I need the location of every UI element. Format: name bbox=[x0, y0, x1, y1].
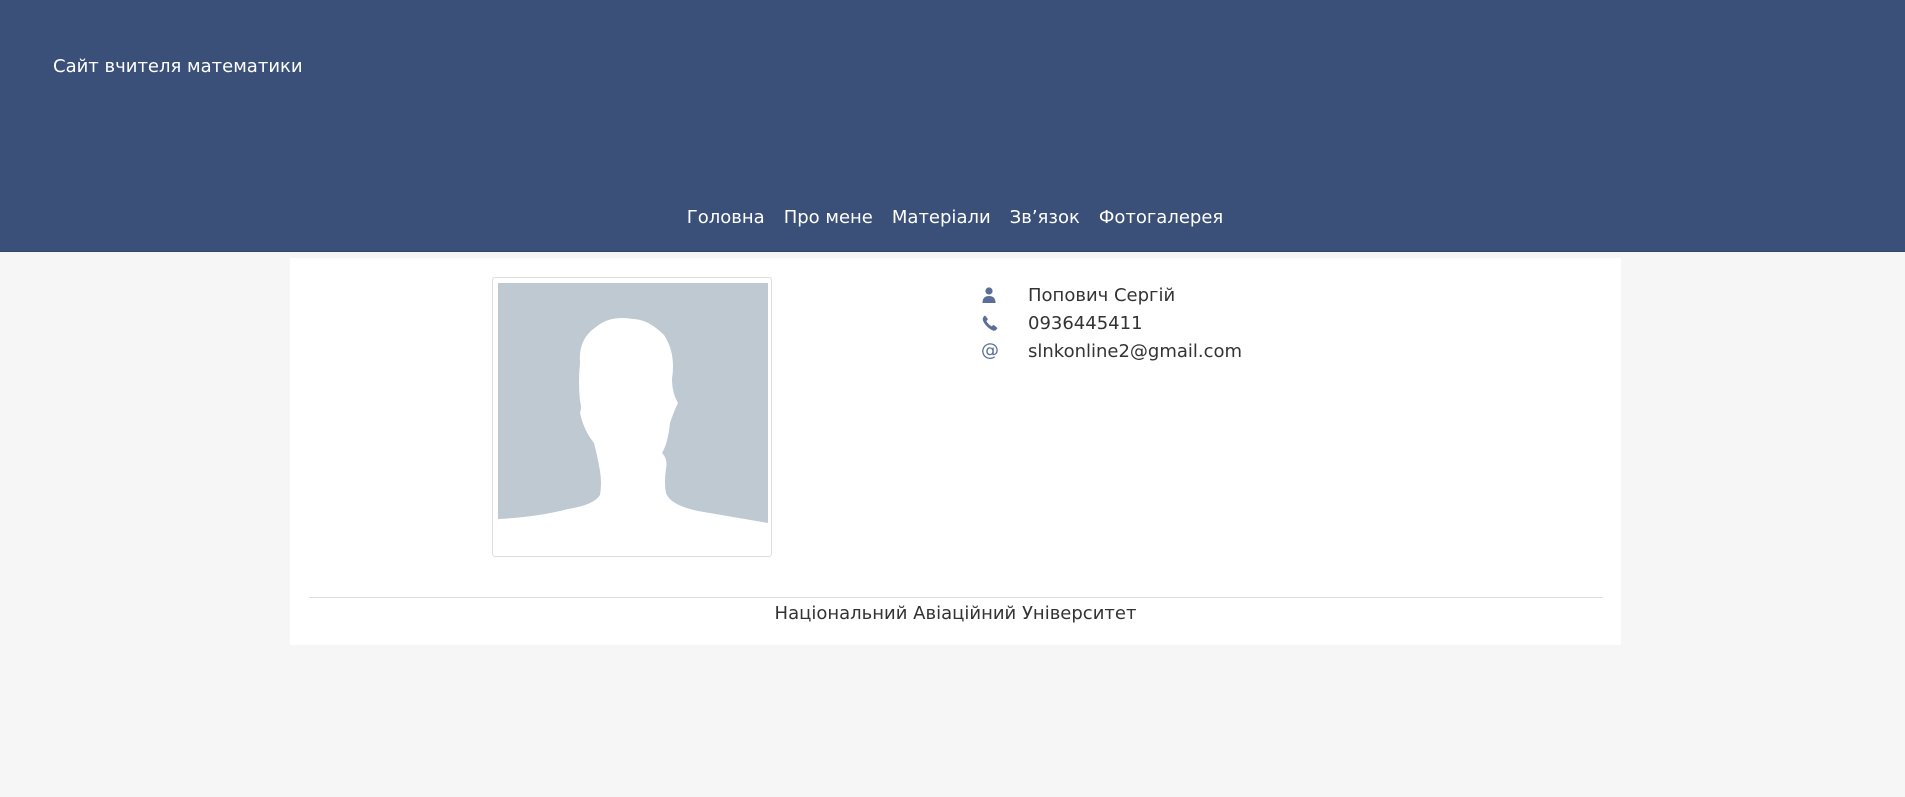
profile-photo bbox=[492, 277, 772, 557]
contact-row-name: Попович Сергій bbox=[973, 281, 1242, 309]
user-icon bbox=[973, 287, 1028, 303]
contact-info: Попович Сергій 0936445411 @ slnkonline2@… bbox=[973, 281, 1242, 365]
footer-divider bbox=[309, 597, 1603, 598]
nav-item-gallery[interactable]: Фотогалерея bbox=[1099, 207, 1223, 228]
contact-email[interactable]: slnkonline2@gmail.com bbox=[1028, 341, 1242, 362]
contact-phone: 0936445411 bbox=[1028, 312, 1143, 334]
site-header: Сайт вчителя математики Головна Про мене… bbox=[0, 0, 1905, 252]
phone-icon bbox=[973, 315, 1028, 331]
profile-card: Попович Сергій 0936445411 @ slnkonline2@… bbox=[290, 258, 1621, 645]
at-glyph: @ bbox=[981, 340, 999, 361]
nav-item-home[interactable]: Головна bbox=[687, 207, 765, 228]
email-at-icon: @ bbox=[973, 342, 1028, 360]
nav-item-materials[interactable]: Матеріали bbox=[892, 207, 991, 228]
contact-row-phone: 0936445411 bbox=[973, 309, 1242, 337]
site-title[interactable]: Сайт вчителя математики bbox=[53, 56, 303, 77]
contact-row-email: @ slnkonline2@gmail.com bbox=[973, 337, 1242, 365]
main-nav: Головна Про мене Матеріали Зв’язок Фотог… bbox=[0, 207, 1905, 228]
avatar-placeholder-icon bbox=[498, 283, 768, 553]
nav-item-contact[interactable]: Зв’язок bbox=[1010, 207, 1080, 228]
contact-name: Попович Сергій bbox=[1028, 284, 1176, 306]
university-name: Національний Авіаційний Університет bbox=[774, 603, 1137, 624]
nav-item-about[interactable]: Про мене bbox=[784, 207, 873, 228]
